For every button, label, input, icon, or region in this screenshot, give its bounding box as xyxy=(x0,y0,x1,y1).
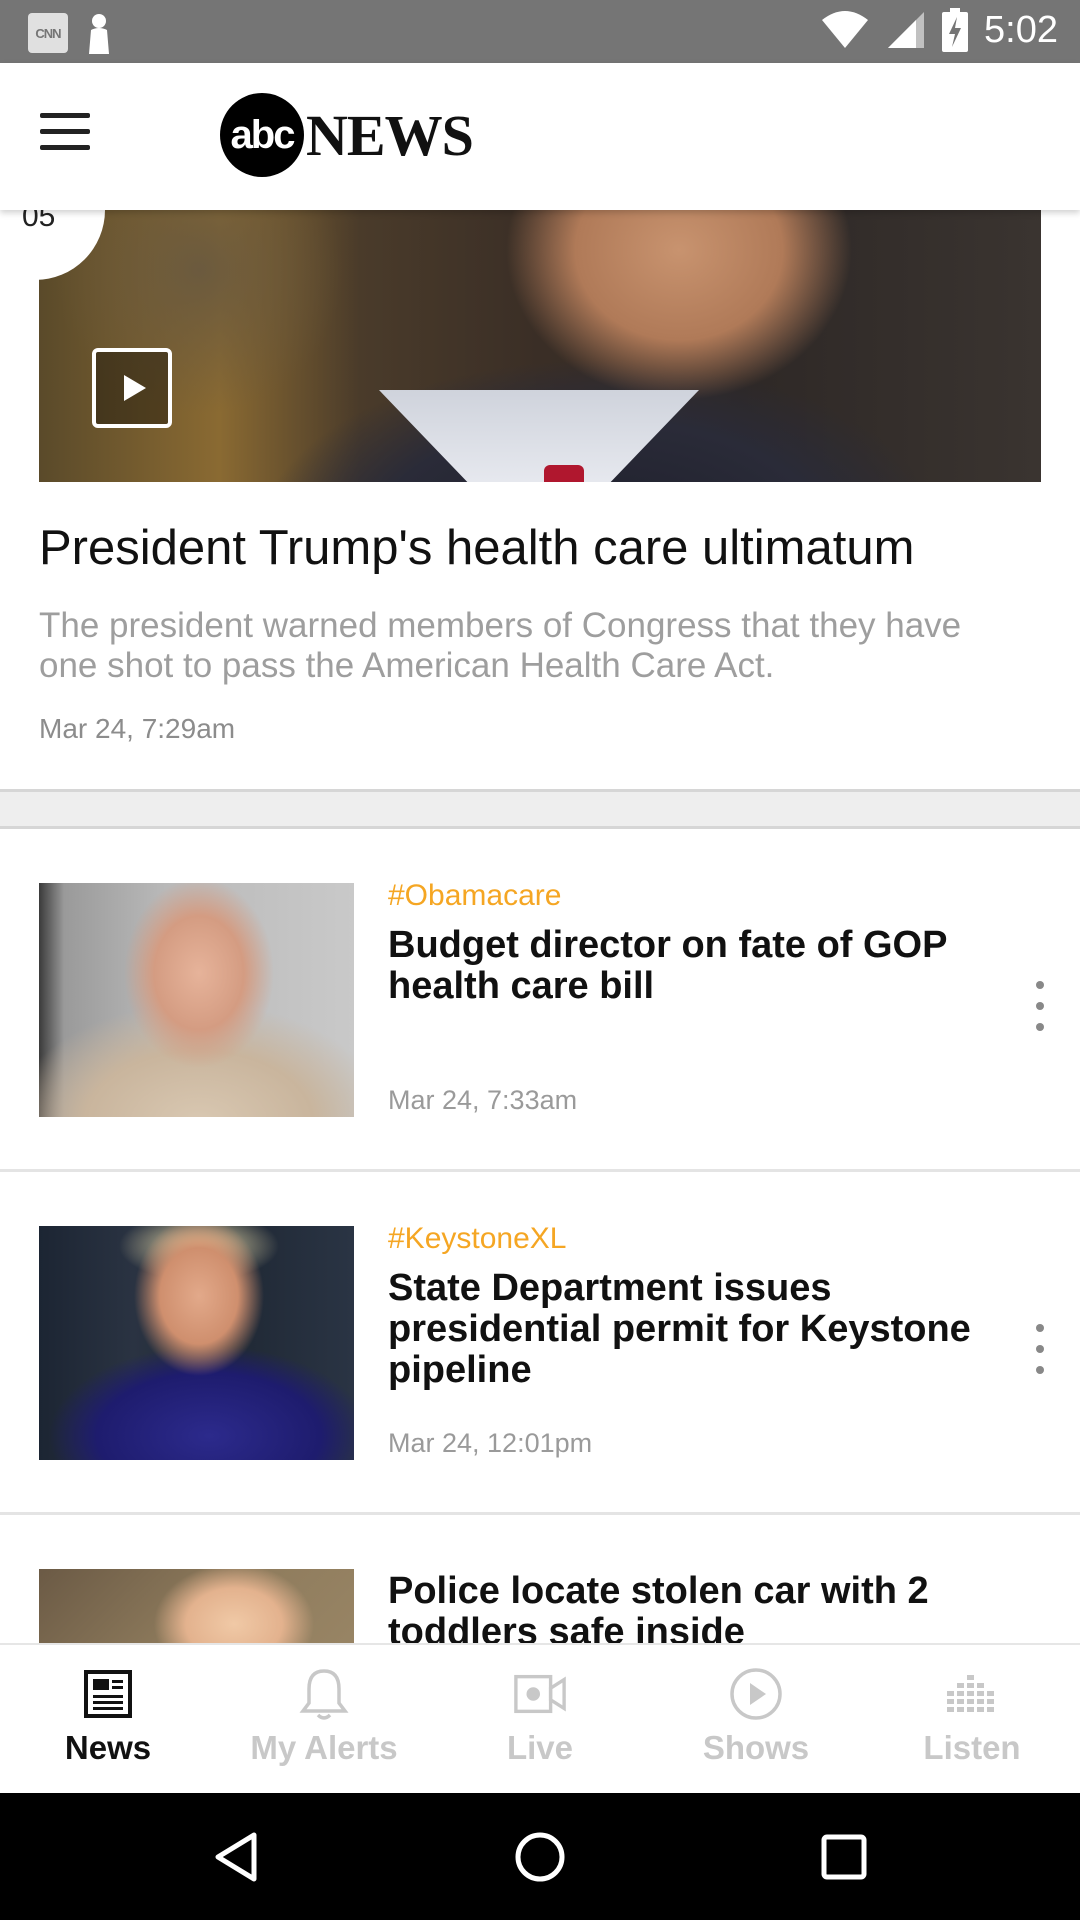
logo-abc: abc xyxy=(220,93,304,177)
play-circle-icon xyxy=(729,1667,783,1721)
tab-news[interactable]: News xyxy=(0,1645,216,1795)
section-divider xyxy=(0,789,1080,829)
tab-my-alerts[interactable]: My Alerts xyxy=(216,1645,432,1795)
clock: 5:02 xyxy=(984,8,1058,51)
tab-listen[interactable]: Listen xyxy=(864,1645,1080,1795)
story-thumbnail[interactable] xyxy=(39,883,354,1117)
video-camera-icon xyxy=(513,1667,567,1721)
list-item[interactable]: #Obamacare Budget director on fate of GO… xyxy=(0,829,1080,1172)
tab-shows[interactable]: Shows xyxy=(648,1645,864,1795)
hero-timestamp: Mar 24, 7:29am xyxy=(39,713,236,744)
story-headline[interactable]: Budget director on fate of GOP health ca… xyxy=(388,925,998,1007)
abc-news-logo: abc NEWS xyxy=(220,93,474,177)
battery-charging-icon xyxy=(942,8,969,52)
more-options-icon[interactable] xyxy=(1030,1324,1050,1374)
newspaper-icon xyxy=(81,1667,135,1721)
hero-image-detail xyxy=(379,390,699,482)
hero-headline[interactable]: President Trump's health care ultimatum xyxy=(39,520,1039,576)
list-item[interactable]: #KeystoneXL State Department issues pres… xyxy=(0,1172,1080,1515)
recents-icon[interactable] xyxy=(818,1831,870,1883)
home-icon[interactable] xyxy=(514,1831,566,1883)
tab-live-label: Live xyxy=(506,1729,574,1766)
audio-bars-icon xyxy=(945,1667,999,1721)
story-tag[interactable]: #KeystoneXL xyxy=(388,1222,998,1258)
story-headline[interactable]: Police locate stolen car with 2 toddlers… xyxy=(388,1571,998,1644)
hero-video-thumbnail[interactable] xyxy=(39,210,1041,482)
back-icon[interactable] xyxy=(210,1831,262,1883)
tab-live[interactable]: Live xyxy=(432,1645,648,1795)
hero-description: The president warned members of Congress… xyxy=(39,606,962,685)
notification-icons: CNN xyxy=(28,12,112,54)
status-bar: CNN 5:02 xyxy=(0,0,1080,63)
story-headline[interactable]: State Department issues presidential per… xyxy=(388,1268,998,1391)
tab-listen-label: Listen xyxy=(923,1729,1021,1766)
list-item[interactable]: Police locate stolen car with 2 toddlers… xyxy=(0,1515,1080,1643)
tab-my-alerts-label: My Alerts xyxy=(250,1729,398,1766)
story-thumbnail[interactable] xyxy=(39,1569,354,1643)
signal-icon xyxy=(888,12,925,48)
play-video-icon[interactable] xyxy=(92,348,172,428)
hero-image-detail xyxy=(544,465,584,482)
hamburger-menu-icon[interactable] xyxy=(40,113,106,163)
person-silhouette-icon xyxy=(89,14,109,54)
system-navigation-bar xyxy=(0,1793,1080,1920)
wifi-icon xyxy=(822,11,869,48)
bell-icon xyxy=(297,1667,351,1721)
story-timestamp: Mar 24, 12:01pm xyxy=(388,1428,593,1458)
tab-shows-label: Shows xyxy=(702,1729,810,1766)
logo-news: NEWS xyxy=(306,102,474,168)
story-timestamp: Mar 24, 7:33am xyxy=(388,1085,578,1115)
cnn-icon: CNN xyxy=(28,13,68,53)
tab-news-label: News xyxy=(64,1729,152,1766)
more-options-icon[interactable] xyxy=(1030,981,1050,1031)
story-thumbnail[interactable] xyxy=(39,1226,354,1460)
bottom-navigation: News My Alerts Live Shows Listen xyxy=(0,1643,1080,1793)
story-tag[interactable]: #Obamacare xyxy=(388,879,998,915)
app-bar: abc NEWS xyxy=(0,63,1080,210)
